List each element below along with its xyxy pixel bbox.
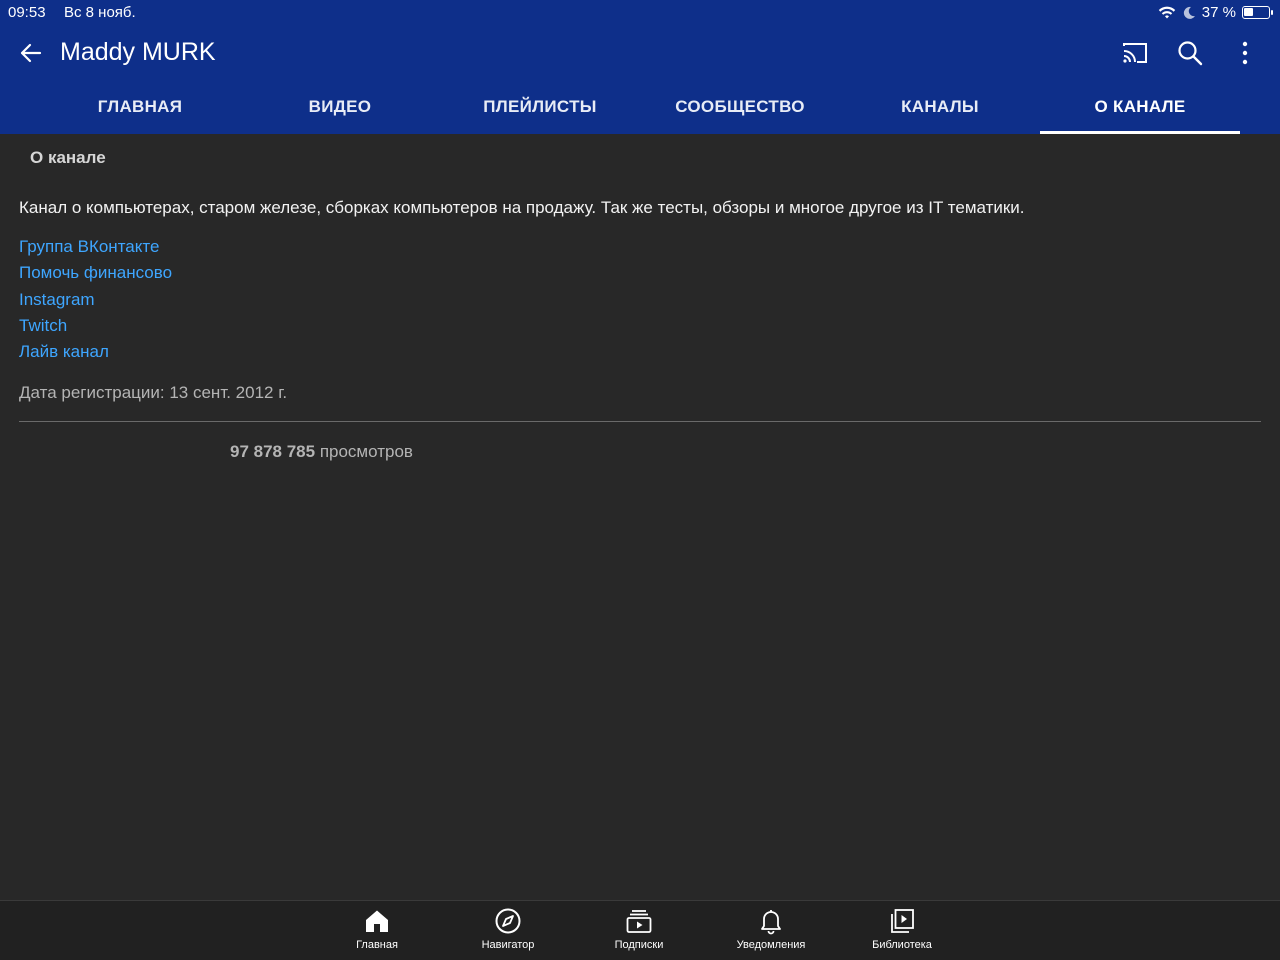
link-donate[interactable]: Помочь финансово bbox=[19, 262, 172, 288]
status-date: Вс 8 нояб. bbox=[64, 4, 136, 21]
channel-description: Канал о компьютерах, старом железе, сбор… bbox=[19, 198, 1025, 217]
bottom-navigation: Главная Навигатор Подписки Уведомления Б… bbox=[0, 900, 1280, 960]
link-instagram[interactable]: Instagram bbox=[19, 289, 172, 315]
nav-subscriptions-label: Подписки bbox=[614, 939, 664, 951]
battery-icon bbox=[1242, 6, 1273, 19]
tab-community[interactable]: СООБЩЕСТВО bbox=[640, 84, 840, 134]
status-indicators: 37 % bbox=[1158, 4, 1273, 21]
section-title: О канале bbox=[30, 148, 106, 167]
registration-date: Дата регистрации: 13 сент. 2012 г. bbox=[19, 383, 288, 402]
view-count-number: 97 878 785 bbox=[230, 442, 316, 461]
toolbar: Maddy MURK bbox=[0, 30, 1280, 76]
divider bbox=[19, 421, 1261, 422]
view-count-label: просмотров bbox=[315, 442, 413, 461]
channel-title: Maddy MURK bbox=[60, 38, 216, 66]
link-twitch[interactable]: Twitch bbox=[19, 315, 172, 341]
status-time: 09:53 bbox=[8, 4, 46, 21]
channel-links: Группа ВКонтакте Помочь финансово Instag… bbox=[19, 236, 172, 367]
nav-notifications-label: Уведомления bbox=[736, 939, 806, 951]
status-bar: 09:53 Вс 8 нояб. 37 % bbox=[0, 0, 1280, 26]
moon-icon bbox=[1183, 6, 1195, 19]
battery-percent: 37 % bbox=[1201, 4, 1236, 21]
link-live-channel[interactable]: Лайв канал bbox=[19, 341, 172, 367]
tab-videos[interactable]: ВИДЕО bbox=[240, 84, 440, 134]
nav-subscriptions[interactable]: Подписки bbox=[584, 907, 694, 951]
app-header: 09:53 Вс 8 нояб. 37 % Maddy MURK ГЛАВНАЯ… bbox=[0, 0, 1280, 134]
tab-channels[interactable]: КАНАЛЫ bbox=[840, 84, 1040, 134]
about-content: О канале Канал о компьютерах, старом жел… bbox=[0, 134, 1280, 900]
nav-explore-label: Навигатор bbox=[481, 939, 535, 951]
bell-icon bbox=[761, 910, 781, 935]
search-icon[interactable] bbox=[1175, 38, 1205, 68]
nav-library-label: Библиотека bbox=[872, 939, 932, 951]
tab-about[interactable]: О КАНАЛЕ bbox=[1040, 84, 1240, 134]
nav-notifications[interactable]: Уведомления bbox=[716, 907, 826, 951]
nav-home[interactable]: Главная bbox=[322, 907, 432, 951]
home-icon bbox=[366, 910, 388, 932]
battery-fill bbox=[1244, 8, 1253, 16]
tab-playlists[interactable]: ПЛЕЙЛИСТЫ bbox=[440, 84, 640, 134]
nav-home-label: Главная bbox=[356, 939, 398, 951]
link-vk-group[interactable]: Группа ВКонтакте bbox=[19, 236, 172, 262]
compass-icon bbox=[495, 908, 521, 934]
nav-library[interactable]: Библиотека bbox=[847, 907, 957, 951]
nav-explore[interactable]: Навигатор bbox=[453, 907, 563, 951]
back-arrow-icon[interactable] bbox=[16, 38, 46, 68]
channel-tabs: ГЛАВНАЯ ВИДЕО ПЛЕЙЛИСТЫ СООБЩЕСТВО КАНАЛ… bbox=[0, 84, 1280, 134]
subscriptions-icon bbox=[626, 910, 652, 933]
cast-icon[interactable] bbox=[1120, 38, 1150, 68]
view-count: 97 878 785 просмотров bbox=[230, 442, 413, 462]
wifi-icon bbox=[1158, 6, 1175, 18]
library-icon bbox=[891, 909, 914, 933]
tab-home[interactable]: ГЛАВНАЯ bbox=[40, 84, 240, 134]
more-vert-icon[interactable] bbox=[1230, 38, 1260, 68]
